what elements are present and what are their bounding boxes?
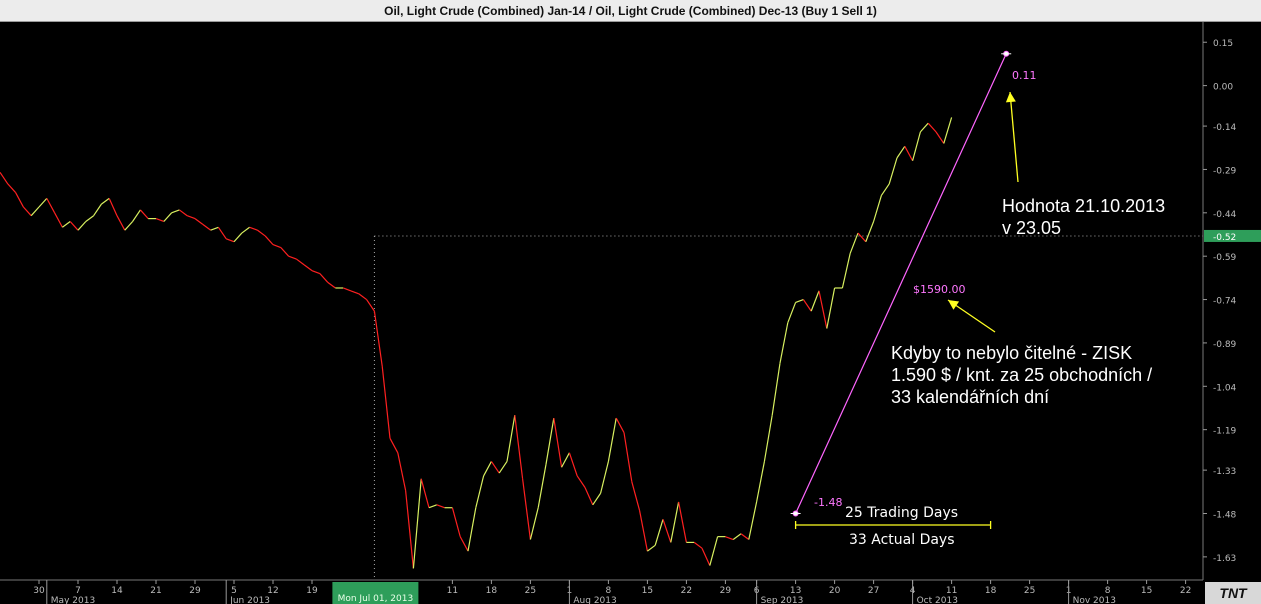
x-tick-label: 15 <box>642 586 653 596</box>
spread-chart[interactable]: 0.15 0.00 -0.14 -0.29 -0.44 -0.59 -0.74 -0.89 -1… <box>0 0 1261 604</box>
y-tick-label: -1.48 <box>1213 511 1237 521</box>
y-tick-label: -0.14 <box>1213 123 1237 133</box>
trend-end-label: 0.11 <box>1012 69 1037 82</box>
x-tick-label: 18 <box>486 586 498 596</box>
y-tick-label: -0.44 <box>1213 210 1237 220</box>
x-tick-label: 25 <box>1024 586 1035 596</box>
actual-days-label: 33 Actual Days <box>849 532 955 548</box>
y-tick-label: -1.33 <box>1213 467 1236 477</box>
x-tick-label: 27 <box>868 586 879 596</box>
y-tick-label: -1.19 <box>1213 427 1237 437</box>
x-tick-label: 7 <box>75 586 81 596</box>
trend-start-label: -1.48 <box>814 496 843 509</box>
annotation-profit-line-2: 1.590 $ / knt. za 25 obchodních / <box>891 365 1153 385</box>
y-tick-label: 0.00 <box>1213 83 1233 93</box>
y-tick-label: -0.29 <box>1213 166 1237 176</box>
x-tick-label: 22 <box>681 586 692 596</box>
y-tick-label: 0.15 <box>1213 39 1233 49</box>
x-tick-label: 25 <box>525 586 536 596</box>
trading-days-label: 25 Trading Days <box>845 505 959 521</box>
x-tick-label: 11 <box>447 586 458 596</box>
y-tick-label: -1.04 <box>1213 383 1237 393</box>
profit-value-label: $1590.00 <box>913 283 966 296</box>
y-tick-label: -1.63 <box>1213 554 1236 564</box>
x-tick-label: 15 <box>1141 586 1152 596</box>
month-label: May 2013 <box>51 596 95 604</box>
x-tick-label: 5 <box>231 586 237 596</box>
tnt-logo: TNT <box>1205 582 1261 604</box>
y-tick-label: -0.89 <box>1213 340 1237 350</box>
x-tick-label: 30 <box>33 586 45 596</box>
annotation-profit-line-3: 33 kalendářních dní <box>891 387 1050 407</box>
x-tick-label: 29 <box>720 586 732 596</box>
annotation-date-value-line-2: v 23.05 <box>1002 218 1062 238</box>
annotation-date-value-line-1: Hodnota 21.10.2013 <box>1002 196 1166 216</box>
x-tick-label: 12 <box>267 586 278 596</box>
annotation-profit-line-1: Kdyby to nebylo čitelné - ZISK <box>891 343 1133 363</box>
month-label: Oct 2013 <box>917 596 958 604</box>
month-label: Sep 2013 <box>761 596 804 604</box>
y-tick-label: -0.59 <box>1213 253 1237 263</box>
x-tick-label: 21 <box>150 586 161 596</box>
month-label: Aug 2013 <box>573 596 616 604</box>
x-tick-label: 11 <box>946 586 957 596</box>
last-value-label: -0.52 <box>1213 233 1236 243</box>
chart-window: 0.15 0.00 -0.14 -0.29 -0.44 -0.59 -0.74 -0.89 -1… <box>0 0 1261 604</box>
x-tick-label: 22 <box>1180 586 1191 596</box>
y-tick-label: -0.74 <box>1213 297 1237 307</box>
month-label: Nov 2013 <box>1073 596 1116 604</box>
x-tick-label: 18 <box>985 586 997 596</box>
cursor-date-label: Mon Jul 01, 2013 <box>338 594 414 604</box>
chart-title: Oil, Light Crude (Combined) Jan-14 / Oil… <box>0 0 1261 22</box>
x-tick-label: 8 <box>1105 586 1111 596</box>
x-tick-label: 14 <box>111 586 123 596</box>
plot-area <box>0 22 1203 580</box>
axes-layer: 0.15 0.00 -0.14 -0.29 -0.44 -0.59 -0.74 -0.89 -1… <box>0 22 1261 604</box>
x-tick-label: 20 <box>829 586 841 596</box>
x-tick-label: 29 <box>189 586 201 596</box>
x-tick-label: 19 <box>306 586 318 596</box>
x-tick-label: 13 <box>790 586 801 596</box>
x-tick-label: 8 <box>606 586 612 596</box>
month-label: Jun 2013 <box>229 596 270 604</box>
